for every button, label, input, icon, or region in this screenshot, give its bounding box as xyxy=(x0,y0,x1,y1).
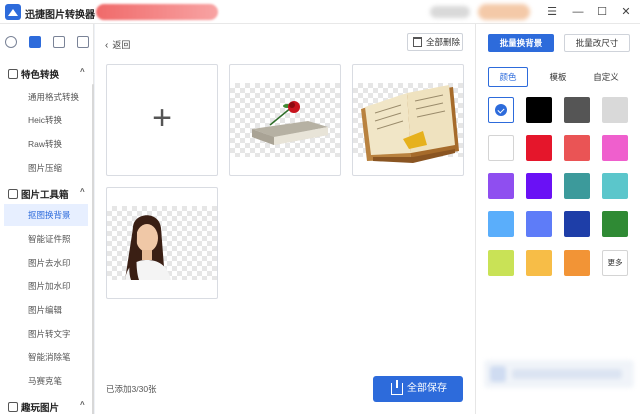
sidebar-item-image-to-text[interactable]: 图片转文字 xyxy=(4,323,88,345)
back-label: 返回 xyxy=(112,40,131,50)
sidebar-scrollbar[interactable] xyxy=(92,84,94,414)
sidebar-item-heic[interactable]: Heic转换 xyxy=(4,109,88,131)
sidebar-item-eraser[interactable]: 智能消除笔 xyxy=(4,346,88,368)
image-count: 已添加3/30张 xyxy=(106,384,157,394)
tab-template[interactable]: 模板 xyxy=(538,67,578,87)
color-swatch[interactable] xyxy=(602,211,628,237)
rose-book-image xyxy=(252,101,328,145)
toolbox-icon[interactable] xyxy=(29,36,41,48)
color-swatch[interactable] xyxy=(488,250,514,276)
plus-icon: + xyxy=(152,99,172,137)
delete-all-button[interactable]: 全部删除 xyxy=(407,33,463,51)
sidebar-item-remove-watermark[interactable]: 图片去水印 xyxy=(4,252,88,274)
chevron-left-icon: ‹ xyxy=(105,40,109,51)
main-panel: ‹ 返回 全部删除 + 已添加3/30张 全部保存 xyxy=(95,24,475,414)
close-icon[interactable]: ✕ xyxy=(618,4,634,20)
vip-badge[interactable] xyxy=(478,4,530,20)
app-title: 迅捷图片转换器 xyxy=(25,10,95,21)
background-panel: 批量换背景 批量改尺寸 颜色 模板 自定义 更多 xyxy=(475,24,640,414)
color-swatch[interactable] xyxy=(526,250,552,276)
image-card-rose-book[interactable] xyxy=(229,64,341,176)
toolbox-section-icon xyxy=(8,189,18,199)
sidebar-item-format-convert[interactable]: 通用格式转换 xyxy=(4,86,88,108)
feature-icon xyxy=(8,69,18,79)
promo-banner[interactable] xyxy=(96,4,218,20)
section-label: 图片工具箱 xyxy=(21,190,69,201)
color-swatch[interactable] xyxy=(526,211,552,237)
app-logo-icon xyxy=(5,4,21,20)
sidebar-item-compress[interactable]: 图片压缩 xyxy=(4,157,88,179)
color-swatch[interactable] xyxy=(564,250,590,276)
sidebar-item-cutout-background[interactable]: 抠图换背景 xyxy=(4,204,88,226)
color-swatch[interactable] xyxy=(564,211,590,237)
sidebar-item-id-photo[interactable]: 智能证件照 xyxy=(4,228,88,250)
color-swatch[interactable] xyxy=(564,97,590,123)
section-feature-convert[interactable]: 特色转换 ^ xyxy=(8,67,85,81)
open-book-image xyxy=(361,85,459,163)
tab-color[interactable]: 颜色 xyxy=(488,67,528,87)
section-toolbox[interactable]: 图片工具箱 ^ xyxy=(8,187,85,201)
minimize-icon[interactable]: — xyxy=(570,4,586,20)
color-swatch[interactable] xyxy=(564,135,590,161)
watermark-logo xyxy=(484,360,634,388)
sidebar-item-mosaic[interactable]: 马赛克笔 xyxy=(4,370,88,392)
color-swatch[interactable] xyxy=(526,173,552,199)
chevron-up-icon: ^ xyxy=(80,187,85,196)
image-icon[interactable] xyxy=(53,36,65,48)
sidebar-item-raw[interactable]: Raw转换 xyxy=(4,133,88,155)
color-swatch-transparent-selected[interactable] xyxy=(488,97,514,123)
sidebar-item-image-edit[interactable]: 图片编辑 xyxy=(4,299,88,321)
menu-icon[interactable]: ☰ xyxy=(544,4,560,20)
sidebar: 特色转换 ^ 通用格式转换 Heic转换 Raw转换 图片压缩 图片工具箱 ^ … xyxy=(0,24,94,414)
color-swatch[interactable] xyxy=(488,173,514,199)
batch-background-button[interactable]: 批量换背景 xyxy=(488,34,554,52)
chevron-up-icon: ^ xyxy=(80,67,85,76)
section-label: 特色转换 xyxy=(21,70,60,81)
download-icon xyxy=(391,380,403,395)
image-card-portrait[interactable] xyxy=(106,187,218,299)
convert-icon[interactable] xyxy=(5,36,17,48)
save-all-button[interactable]: 全部保存 xyxy=(373,376,463,402)
portrait-image xyxy=(125,215,171,280)
section-fun-images[interactable]: 趣玩图片 ^ xyxy=(8,400,85,414)
maximize-icon[interactable]: ☐ xyxy=(594,4,610,20)
tab-custom[interactable]: 自定义 xyxy=(586,67,626,87)
batch-resize-button[interactable]: 批量改尺寸 xyxy=(564,34,630,52)
save-all-label: 全部保存 xyxy=(407,383,447,394)
user-avatar[interactable] xyxy=(430,6,470,18)
more-colors-button[interactable]: 更多 xyxy=(602,250,628,276)
trash-icon xyxy=(413,37,422,47)
color-swatch[interactable] xyxy=(488,211,514,237)
gallery-icon[interactable] xyxy=(77,36,89,48)
sidebar-top-icons xyxy=(0,32,94,52)
back-button[interactable]: ‹ 返回 xyxy=(105,38,130,51)
color-swatch[interactable] xyxy=(602,173,628,199)
color-swatch[interactable] xyxy=(526,97,552,123)
sidebar-item-add-watermark[interactable]: 图片加水印 xyxy=(4,275,88,297)
add-image-card[interactable]: + xyxy=(106,64,218,176)
color-swatch[interactable] xyxy=(564,173,590,199)
delete-all-label: 全部删除 xyxy=(426,37,461,47)
title-bar: 迅捷图片转换器 ☰ — ☐ ✕ xyxy=(0,0,640,24)
color-swatch[interactable] xyxy=(488,135,514,161)
chevron-up-icon: ^ xyxy=(80,400,85,409)
section-label: 趣玩图片 xyxy=(21,403,60,414)
fun-icon xyxy=(8,402,18,412)
color-swatch[interactable] xyxy=(602,97,628,123)
color-swatch[interactable] xyxy=(526,135,552,161)
color-swatch[interactable] xyxy=(602,135,628,161)
image-card-open-book[interactable] xyxy=(352,64,464,176)
